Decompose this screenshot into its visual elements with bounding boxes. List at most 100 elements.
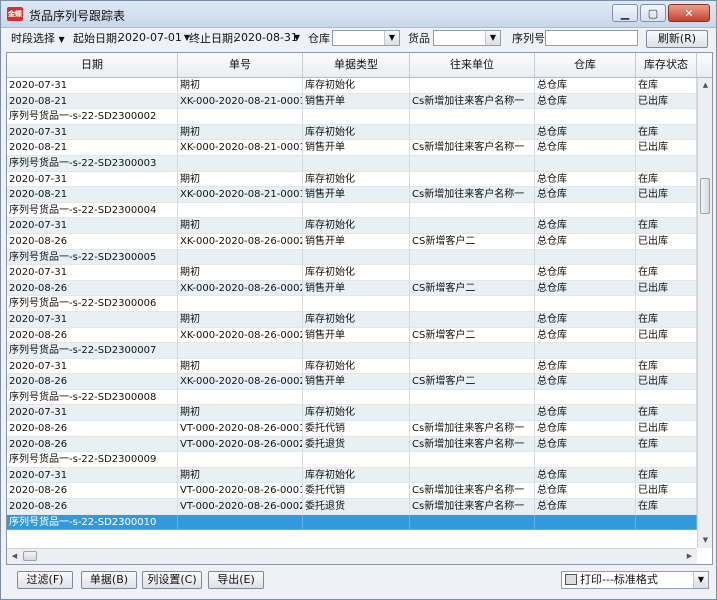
minimize-button[interactable]: ▁: [612, 4, 638, 22]
column-header[interactable]: 单据类型: [303, 53, 410, 77]
table-row[interactable]: 2020-08-26 XK-000-2020-08-26-0002 销售开单 CS新增…: [7, 327, 697, 344]
vertical-scroll-thumb[interactable]: [700, 178, 710, 214]
period-select-dropdown[interactable]: 时段选择 ▼: [11, 30, 65, 48]
table-cell: 在库: [636, 467, 697, 484]
end-date-picker[interactable]: 2020-08-31 ▼: [232, 30, 300, 46]
table-row[interactable]: 2020-08-21 XK-000-2020-08-21-0001 销售开单 Cs新增…: [7, 93, 697, 110]
table-row[interactable]: 2020-07-31 期初 库存初始化 总仓库 在库: [7, 311, 697, 328]
column-settings-button[interactable]: 列设置(C): [142, 571, 202, 589]
table-cell: XK-000-2020-08-26-0002: [178, 280, 303, 297]
table-row[interactable]: 2020-08-26 VT-000-2020-08-26-0001 委托代销 Cs新增…: [7, 483, 697, 500]
table-cell: [535, 296, 636, 312]
table-cell: 期初: [178, 467, 303, 484]
serial-input[interactable]: [545, 30, 638, 46]
warehouse-select[interactable]: ▼: [332, 30, 400, 46]
table-row[interactable]: 2020-08-26 VT-000-2020-08-26-0002 委托退货 Cs新增…: [7, 499, 697, 515]
table-cell: 序列号货品一-s-22-SD2300007: [7, 343, 178, 359]
table-cell: 委托代销: [303, 421, 410, 437]
table-cell: [178, 514, 303, 531]
table-row[interactable]: 序列号货品一-s-22-SD2300010: [7, 514, 697, 531]
table-cell: VT-000-2020-08-26-0001: [178, 483, 303, 500]
table-row[interactable]: 2020-07-31 期初 库存初始化 总仓库 在库: [7, 358, 697, 375]
table-row[interactable]: 序列号货品一-s-22-SD2300009: [7, 452, 697, 468]
table-row[interactable]: 2020-07-31 期初 库存初始化 总仓库 在库: [7, 171, 697, 188]
table-cell: VT-000-2020-08-26-0002: [178, 436, 303, 453]
chevron-down-icon[interactable]: ▼: [384, 31, 399, 45]
table-row[interactable]: 2020-08-26 XK-000-2020-08-26-0002 销售开单 CS新增…: [7, 233, 697, 250]
maximize-button[interactable]: ▢: [640, 4, 666, 22]
table-row[interactable]: 序列号货品一-s-22-SD2300004: [7, 202, 697, 219]
title-bar: 金蝶 货品序列号跟踪表 ▁ ▢ ✕: [1, 1, 716, 28]
print-format-select[interactable]: 打印---标准格式 ▼: [561, 571, 709, 589]
scroll-left-icon[interactable]: ◀: [7, 549, 22, 564]
table-cell: VT-000-2020-08-26-0002: [178, 499, 303, 515]
column-header[interactable]: 往来单位: [410, 53, 535, 77]
table-row[interactable]: 序列号货品一-s-22-SD2300008: [7, 389, 697, 406]
table-cell: 2020-08-21: [7, 93, 178, 110]
table-cell: [636, 514, 697, 531]
export-button[interactable]: 导出(E): [208, 571, 264, 589]
chevron-down-icon[interactable]: ▼: [294, 30, 300, 46]
vertical-scrollbar[interactable]: ▲ ▼: [697, 78, 712, 548]
column-header[interactable]: 仓库: [535, 53, 636, 77]
table-cell: XK-000-2020-08-21-0001: [178, 93, 303, 110]
table-row[interactable]: 序列号货品一-s-22-SD2300005: [7, 249, 697, 266]
filter-button[interactable]: 过滤(F): [17, 571, 73, 589]
document-button[interactable]: 单据(B): [81, 571, 137, 589]
table-row[interactable]: 2020-07-31 期初 库存初始化 总仓库 在库: [7, 265, 697, 281]
table-row[interactable]: 2020-07-31 期初 库存初始化 总仓库 在库: [7, 467, 697, 484]
goods-select[interactable]: ▼: [433, 30, 501, 46]
table-cell: 总仓库: [535, 280, 636, 297]
table-cell: 在库: [636, 311, 697, 328]
table-row[interactable]: 序列号货品一-s-22-SD2300007: [7, 343, 697, 359]
table-row[interactable]: 2020-07-31 期初 库存初始化 总仓库 在库: [7, 78, 697, 94]
table-row[interactable]: 2020-07-31 期初 库存初始化 总仓库 在库: [7, 218, 697, 234]
table-cell: 2020-07-31: [7, 218, 178, 234]
window-title: 货品序列号跟踪表: [29, 9, 126, 23]
table-cell: 2020-07-31: [7, 311, 178, 328]
start-date-picker[interactable]: 2020-07-01 ▼: [116, 30, 190, 46]
scroll-up-icon[interactable]: ▲: [698, 78, 712, 93]
table-cell: [410, 296, 535, 312]
filter-toolbar: 时段选择 ▼ 起始日期: 2020-07-01 ▼ 终止日期: 2020-08-…: [1, 28, 716, 50]
table-row[interactable]: 2020-07-31 期初 库存初始化 总仓库 在库: [7, 405, 697, 422]
column-header[interactable]: 库存状态: [636, 53, 697, 77]
chevron-down-icon[interactable]: ▼: [693, 572, 708, 588]
scroll-down-icon[interactable]: ▼: [698, 533, 712, 548]
goods-label: 货品: [408, 32, 430, 45]
table-row[interactable]: 2020-08-21 XK-000-2020-08-21-0001 销售开单 Cs新增…: [7, 140, 697, 156]
close-button[interactable]: ✕: [668, 4, 710, 22]
table-cell: [410, 311, 535, 328]
table-cell: 销售开单: [303, 280, 410, 297]
table-cell: 2020-08-26: [7, 483, 178, 500]
horizontal-scrollbar[interactable]: ◀ ▶: [7, 548, 697, 564]
column-header[interactable]: 单号: [178, 53, 303, 77]
table-cell: CS新增客户二: [410, 280, 535, 297]
table-row[interactable]: 2020-07-31 期初 库存初始化 总仓库 在库: [7, 124, 697, 141]
window-controls: ▁ ▢ ✕: [610, 4, 710, 22]
horizontal-scroll-thumb[interactable]: [23, 551, 37, 561]
table-cell: [410, 218, 535, 234]
table-cell: 序列号货品一-s-22-SD2300003: [7, 155, 178, 172]
table-row[interactable]: 序列号货品一-s-22-SD2300006: [7, 296, 697, 312]
table-cell: 总仓库: [535, 421, 636, 437]
table-header: 日期 单号 单据类型 往来单位 仓库 库存状态: [7, 53, 712, 78]
table-row[interactable]: 序列号货品一-s-22-SD2300002: [7, 109, 697, 125]
column-header[interactable]: 日期: [7, 53, 178, 77]
refresh-button[interactable]: 刷新(R): [646, 30, 708, 48]
table-cell: 库存初始化: [303, 265, 410, 281]
table-row[interactable]: 2020-08-26 XK-000-2020-08-26-0002 销售开单 CS新增…: [7, 280, 697, 297]
table-cell: 总仓库: [535, 311, 636, 328]
table-row[interactable]: 2020-08-26 VT-000-2020-08-26-0001 委托代销 Cs新增…: [7, 421, 697, 437]
table-cell: 序列号货品一-s-22-SD2300008: [7, 389, 178, 406]
table-row[interactable]: 2020-08-26 XK-000-2020-08-26-0002 销售开单 CS新增…: [7, 374, 697, 390]
table-row[interactable]: 序列号货品一-s-22-SD2300003: [7, 155, 697, 172]
table-row[interactable]: 2020-08-21 XK-000-2020-08-21-0001 销售开单 Cs新增…: [7, 187, 697, 203]
table-cell: [636, 155, 697, 172]
table-row[interactable]: 2020-08-26 VT-000-2020-08-26-0002 委托退货 Cs新增…: [7, 436, 697, 453]
chevron-down-icon[interactable]: ▼: [485, 31, 500, 45]
table-cell: 销售开单: [303, 233, 410, 250]
table-cell: 期初: [178, 311, 303, 328]
table-cell: 2020-07-31: [7, 78, 178, 94]
scroll-right-icon[interactable]: ▶: [682, 549, 697, 564]
